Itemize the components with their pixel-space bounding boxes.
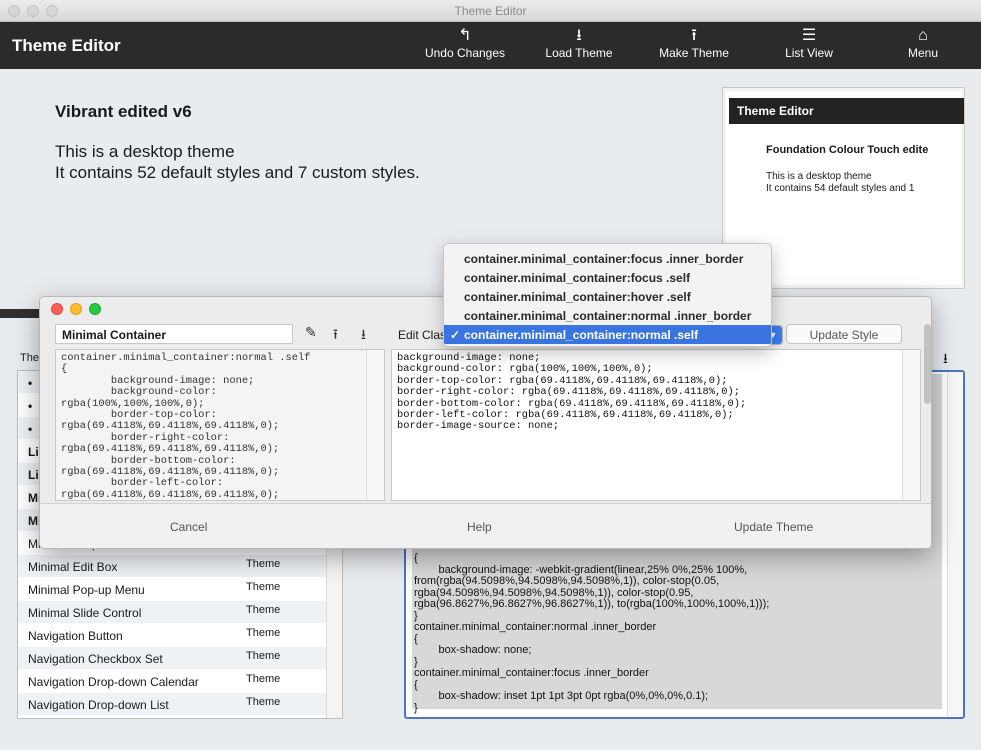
style-icon-buttons: ✎ ⭱ ⭳ [297, 322, 387, 344]
dialog-close-button[interactable] [51, 303, 63, 315]
style-type: Theme [246, 627, 281, 639]
undo-changes-button[interactable]: ↰ Undo Changes [423, 26, 507, 66]
styles-list-row[interactable]: Navigation Drop-down Calendar Theme [18, 670, 327, 693]
styles-list-row[interactable]: Minimal Pop-up Menu Theme [18, 578, 327, 601]
list-view-label: List View [785, 46, 833, 60]
style-name: • [28, 376, 33, 390]
dialog-scrollbar[interactable] [924, 324, 931, 404]
list-view-button[interactable]: ☰ List View [780, 26, 838, 66]
upload-tray-icon: ⭳ [576, 27, 582, 44]
class-css-text: background-image: none; background-color… [397, 352, 747, 433]
class-dropdown-option-label: container.minimal_container:focus .inner… [464, 252, 744, 266]
checkmark-icon: ✓ [450, 328, 461, 342]
style-type: Theme [246, 673, 281, 685]
thumbnail-titlebar: Theme Editor [729, 98, 964, 124]
upload-icon[interactable]: ⭱ [333, 324, 338, 348]
style-type: Theme [246, 558, 281, 570]
thumbnail-line1: This is a desktop theme [766, 171, 872, 182]
style-name: Li [28, 468, 39, 482]
style-name: Navigation Drop-down List [28, 698, 169, 712]
styles-list-row[interactable]: Minimal Edit Box Theme [18, 555, 327, 578]
class-dropdown-option[interactable]: container.minimal_container:focus .inner… [444, 249, 771, 268]
class-dropdown-option-label: container.minimal_container:hover .self [464, 290, 691, 304]
update-theme-button[interactable]: Update Theme [734, 520, 813, 534]
thumbnail-description: This is a desktop theme It contains 54 d… [766, 171, 914, 195]
class-css-scrollbar[interactable] [902, 350, 920, 500]
app-title: Theme Editor [12, 36, 121, 55]
styles-label: The [20, 352, 39, 364]
raw-css-text: container.minimal_container:normal .self… [61, 352, 311, 501]
theme-description-line2: It contains 52 default styles and 7 cust… [55, 163, 420, 182]
dialog-minimize-button[interactable] [70, 303, 82, 315]
download-icon[interactable]: ⭳ [361, 324, 366, 348]
home-icon: ⌂ [918, 27, 928, 44]
style-type: Theme [246, 650, 281, 662]
styles-list-row[interactable]: Navigation Button Theme [18, 624, 327, 647]
dialog-zoom-button[interactable] [89, 303, 101, 315]
styles-list-row[interactable]: Navigation Drop-down List Theme [18, 693, 327, 716]
raw-css-editor[interactable]: container.minimal_container:normal .self… [55, 349, 385, 501]
upload-tray-icon: ⭱ [691, 27, 697, 44]
styles-list-row[interactable]: Navigation Checkbox Set Theme [18, 647, 327, 670]
style-name: Minimal Slide Control [28, 606, 142, 620]
class-css-editor[interactable]: background-image: none; background-color… [391, 349, 921, 501]
style-name: • [28, 422, 33, 436]
style-name: • [28, 399, 33, 413]
style-name: Navigation Drop-down Calendar [28, 675, 199, 689]
make-theme-button[interactable]: ⭱ Make Theme [657, 26, 731, 66]
style-type: Theme [246, 581, 281, 593]
style-name-field[interactable]: Minimal Container [55, 324, 293, 344]
undo-icon: ↰ [458, 27, 472, 44]
menu-button[interactable]: ⌂ Menu [900, 26, 946, 66]
download-icon[interactable]: ⭳ [943, 348, 948, 372]
make-theme-label: Make Theme [659, 46, 729, 60]
window-titlebar: Theme Editor [0, 0, 981, 22]
thumbnail-line2: It contains 54 default styles and 1 [766, 183, 915, 194]
list-icon: ☰ [801, 27, 817, 44]
theme-css-text: { background-image: -webkit-gradient(lin… [414, 552, 770, 714]
class-dropdown-option[interactable]: container.minimal_container:normal .inne… [444, 306, 771, 325]
style-name: Minimal Pop-up Menu [28, 583, 145, 597]
window-title: Theme Editor [454, 4, 527, 18]
theme-css-scrollbar[interactable] [947, 372, 963, 717]
edit-class-label: Edit Clas [398, 328, 447, 342]
cancel-button[interactable]: Cancel [170, 520, 207, 534]
load-theme-label: Load Theme [545, 46, 613, 60]
theme-description-line1: This is a desktop theme [55, 142, 235, 161]
app-toolbar: Theme Editor ↰ Undo Changes ⭳ Load Theme… [0, 22, 981, 69]
class-dropdown-option[interactable]: container.minimal_container:hover .self [444, 287, 771, 306]
theme-name: Vibrant edited v6 [55, 102, 192, 121]
class-dropdown-menu: container.minimal_container:focus .inner… [443, 243, 772, 347]
class-dropdown-option[interactable]: container.minimal_container:focus .self [444, 268, 771, 287]
load-theme-button[interactable]: ⭳ Load Theme [543, 26, 615, 66]
style-type: Theme [246, 696, 281, 708]
thumbnail-theme-name: Foundation Colour Touch edite [766, 144, 929, 156]
raw-css-scrollbar[interactable] [366, 350, 384, 500]
class-dropdown-option-label: container.minimal_container:focus .self [464, 271, 691, 285]
dialog-footer: Cancel Help Update Theme [40, 503, 931, 548]
style-name: Navigation Checkbox Set [28, 652, 163, 666]
panel-grip [0, 309, 40, 318]
style-name: Minimal Edit Box [28, 560, 118, 574]
style-name: Navigation Button [28, 629, 123, 643]
style-name: Li [28, 445, 39, 459]
style-type: Theme [246, 604, 281, 616]
styles-list-row[interactable]: Minimal Slide Control Theme [18, 601, 327, 624]
menu-label: Menu [907, 46, 939, 60]
help-button[interactable]: Help [467, 520, 492, 534]
undo-changes-label: Undo Changes [424, 46, 506, 60]
class-dropdown-option-label: container.minimal_container:normal .self [464, 328, 699, 342]
pencil-icon[interactable]: ✎ [305, 324, 317, 341]
class-dropdown-option[interactable]: ✓ container.minimal_container:normal .sel… [444, 325, 771, 344]
update-style-button[interactable]: Update Style [786, 324, 902, 344]
class-dropdown-option-label: container.minimal_container:normal .inne… [464, 309, 752, 323]
